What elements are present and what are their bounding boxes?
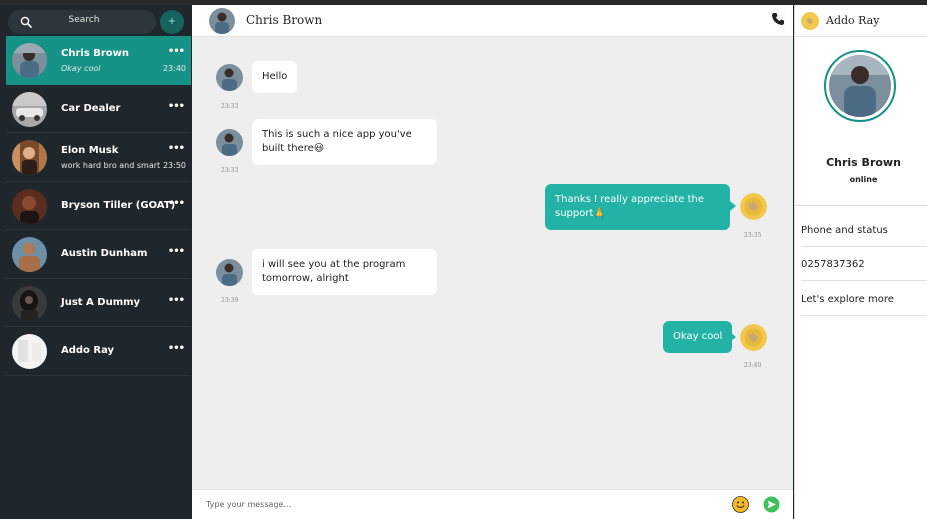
avatar: [740, 324, 767, 351]
chat-item-car-dealer[interactable]: Car Dealer •••: [6, 85, 191, 133]
chat-preview: Okay cool: [61, 64, 101, 73]
divider: [795, 205, 927, 206]
avatar: [12, 43, 47, 78]
contact-info-panel: Addo Ray Chris Brown online Phone and st…: [794, 5, 927, 519]
profile-name: Chris Brown: [826, 156, 901, 169]
chat-name: Austin Dunham: [61, 248, 148, 259]
chat-name: Elon Musk: [61, 145, 119, 156]
message-time: 23:39: [221, 297, 239, 304]
chat-header: Chris Brown: [192, 5, 793, 37]
info-item-explore[interactable]: Let's explore more: [801, 282, 927, 316]
avatar: [740, 193, 767, 220]
avatar: [12, 91, 47, 127]
search-row: Search +: [8, 10, 191, 38]
chat-item-austin-dunham[interactable]: Austin Dunham •••: [6, 230, 191, 279]
message-time: 23:33: [221, 167, 239, 174]
chat-item-addo-ray[interactable]: Addo Ray •••: [6, 327, 191, 376]
chat-time: 23:40: [162, 64, 186, 73]
chat-name: Bryson Tiller (GOAT): [61, 199, 176, 211]
chat-panel: Chris Brown Hello 23:33 This is such a n…: [192, 5, 793, 519]
avatar: [12, 334, 47, 369]
more-options-icon[interactable]: •••: [168, 198, 185, 209]
avatar: [216, 129, 243, 156]
avatar: [12, 237, 47, 272]
avatar[interactable]: [801, 12, 819, 30]
more-options-icon[interactable]: •••: [168, 343, 185, 354]
profile-status: online: [849, 175, 878, 184]
chat-preview: work hard bro and smart: [61, 161, 161, 170]
chat-name: Addo Ray: [61, 345, 115, 356]
chat-item-chris-brown[interactable]: Chris Brown Okay cool 23:40 •••: [6, 36, 191, 85]
info-item-phone-status[interactable]: Phone and status: [801, 213, 927, 247]
more-options-icon[interactable]: •••: [168, 101, 185, 112]
more-options-icon[interactable]: •••: [168, 246, 185, 257]
chat-item-bryson-tiller[interactable]: Bryson Tiller (GOAT) •••: [6, 182, 191, 230]
more-options-icon[interactable]: •••: [168, 46, 185, 57]
emoji-icon[interactable]: [732, 496, 749, 513]
message-input[interactable]: Type your message...: [206, 500, 291, 509]
chat-item-just-a-dummy[interactable]: Just A Dummy •••: [6, 279, 191, 327]
contact-header: Addo Ray: [795, 5, 927, 37]
avatar: [216, 64, 243, 91]
message-bubble: This is such a nice app you've built the…: [252, 119, 437, 165]
add-chat-button[interactable]: +: [160, 10, 184, 34]
chat-name: Car Dealer: [61, 102, 121, 114]
message-composer: Type your message...: [192, 489, 793, 519]
search-input[interactable]: Search: [8, 10, 156, 34]
sidebar: Search + Chris Brown Okay cool 23:40 •••…: [0, 5, 191, 519]
phone-icon[interactable]: [771, 12, 785, 26]
message-bubble: i will see you at the program tomorrow, …: [252, 249, 437, 295]
send-icon[interactable]: [763, 496, 780, 513]
chat-item-elon-musk[interactable]: Elon Musk work hard bro and smart 23:50 …: [6, 133, 191, 182]
message-time: 23:33: [221, 103, 239, 110]
more-options-icon[interactable]: •••: [168, 143, 185, 154]
message-time: 23:35: [744, 232, 762, 239]
avatar: [12, 285, 47, 321]
profile-picture: [824, 50, 896, 122]
message-bubble: Hello: [252, 61, 298, 93]
message-bubble-outgoing: Okay cool: [663, 321, 733, 353]
bubble-tail: [730, 332, 736, 342]
message-time: 23:40: [744, 362, 762, 369]
chat-list: Chris Brown Okay cool 23:40 ••• Car Deal…: [6, 36, 191, 376]
more-options-icon[interactable]: •••: [168, 295, 185, 306]
avatar[interactable]: [209, 8, 235, 34]
bubble-tail: [730, 201, 736, 211]
search-label: Search: [68, 15, 100, 25]
message-bubble-outgoing: Thanks I really appreciate the support🙏: [545, 184, 730, 230]
current-user-name: Addo Ray: [826, 14, 880, 27]
chat-name: Just A Dummy: [61, 296, 141, 308]
chat-name: Chris Brown: [61, 48, 130, 59]
chat-time: 23:50: [162, 161, 186, 170]
avatar: [12, 188, 47, 224]
avatar: [216, 259, 243, 286]
chat-header-name: Chris Brown: [246, 13, 323, 27]
avatar: [12, 140, 47, 175]
info-item-phone-number[interactable]: 0257837362: [801, 247, 927, 281]
